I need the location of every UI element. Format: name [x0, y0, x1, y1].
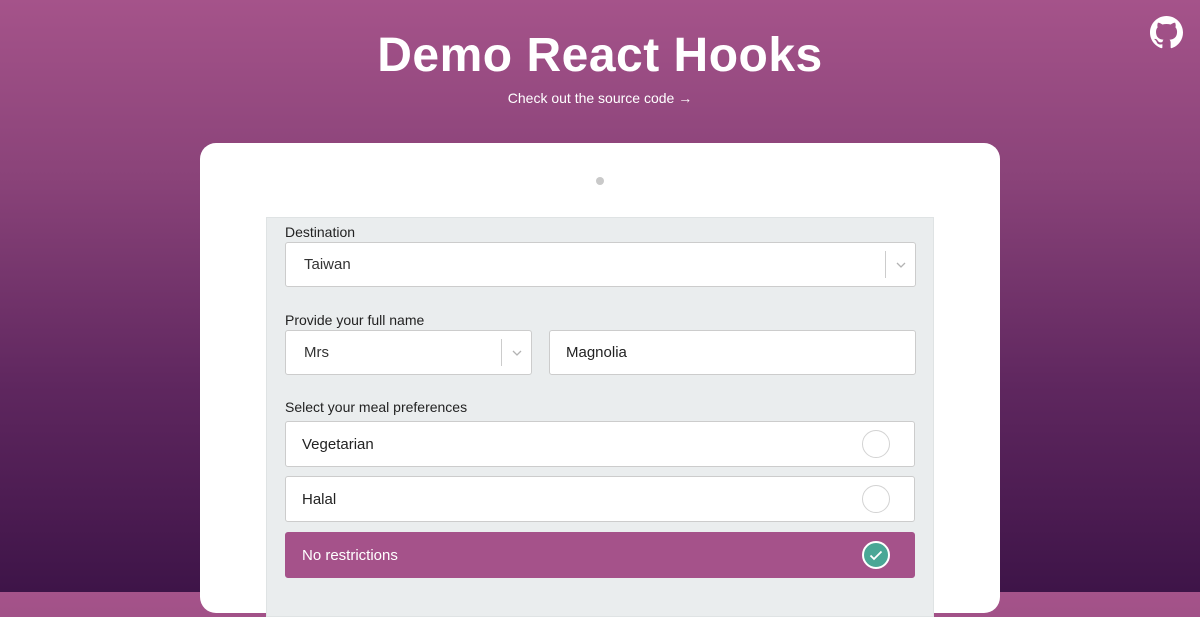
option-label: No restrictions	[302, 546, 398, 564]
source-code-link: Check out the source code →	[0, 90, 1200, 106]
radio-button-checked[interactable]	[862, 541, 890, 569]
radio-button[interactable]	[862, 430, 890, 458]
chevron-down-icon[interactable]	[502, 331, 532, 374]
option-label: Halal	[302, 490, 337, 508]
page-title: Demo React Hooks	[377, 29, 823, 82]
option-label: Vegetarian	[302, 435, 374, 453]
form-screen: Destination Taiwan Provide your full nam…	[266, 217, 934, 617]
meal-option-vegetarian[interactable]: Vegetarian	[285, 421, 915, 467]
meal-option-no-restrictions[interactable]: No restrictions	[285, 532, 915, 578]
name-input[interactable]	[549, 330, 916, 375]
meal-option-halal[interactable]: Halal	[285, 476, 915, 522]
full-name-label: Provide your full name	[285, 312, 425, 328]
source-code-link-text[interactable]: Check out the source code →	[508, 90, 692, 106]
destination-value: Taiwan	[304, 256, 351, 273]
tablet-frame: Destination Taiwan Provide your full nam…	[200, 143, 1000, 617]
chevron-down-icon[interactable]	[886, 243, 916, 286]
meal-preferences-label: Select your meal preferences	[285, 399, 468, 415]
radio-button[interactable]	[862, 485, 890, 513]
destination-label: Destination	[285, 224, 356, 240]
destination-select[interactable]: Taiwan	[285, 242, 916, 287]
camera-dot	[596, 177, 604, 185]
check-icon	[869, 550, 883, 560]
title-select[interactable]: Mrs	[285, 330, 532, 375]
title-value: Mrs	[304, 344, 329, 361]
